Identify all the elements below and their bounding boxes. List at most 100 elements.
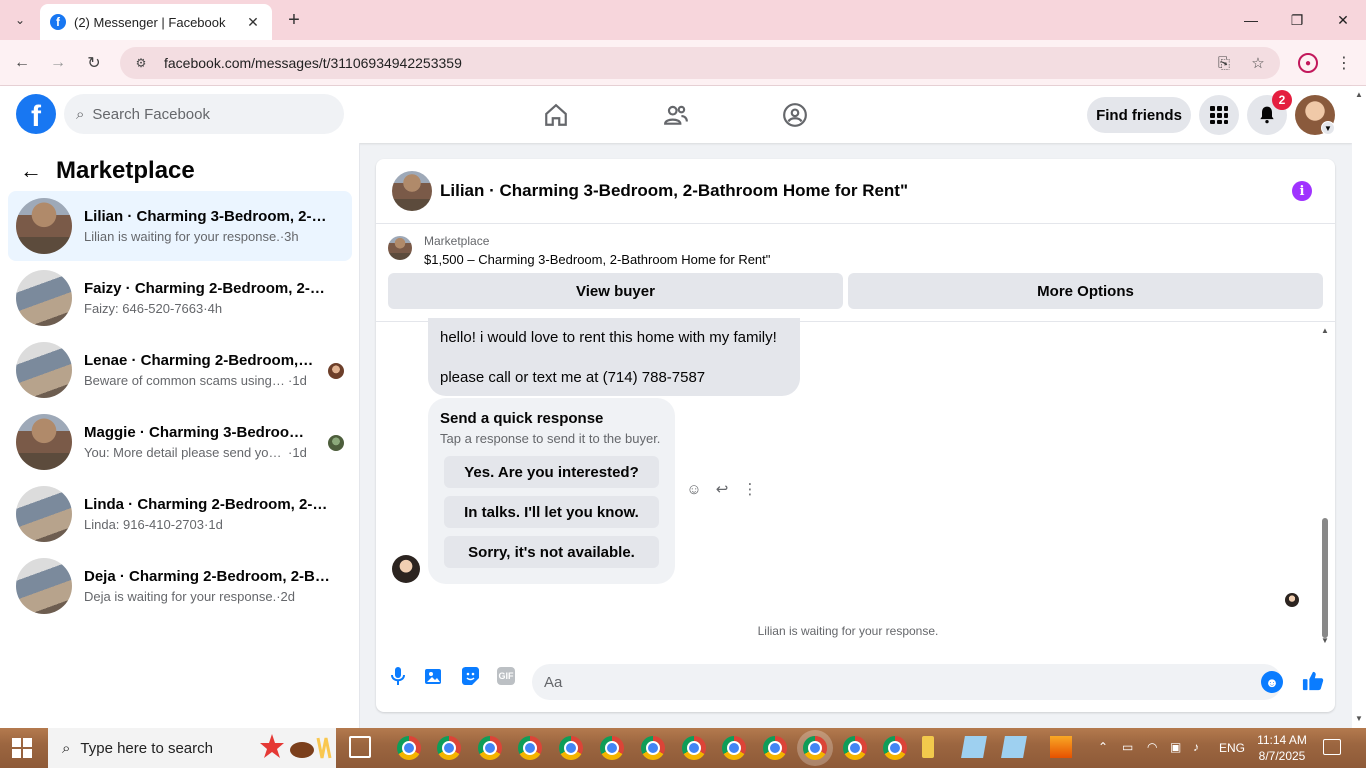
menu-grid-icon[interactable] — [1199, 95, 1239, 135]
conversation-time: 1d — [292, 373, 307, 388]
react-emoji-icon[interactable]: ☺ — [684, 479, 704, 499]
address-bar-row: ← → ↻ ⚙ facebook.com/messages/t/31106934… — [0, 40, 1366, 86]
site-settings-icon[interactable]: ⚙ — [132, 54, 150, 72]
search-input[interactable]: ⌕ Search Facebook — [64, 94, 344, 134]
sidebar-header: ← Marketplace — [20, 157, 195, 185]
chrome-taskbar-icon[interactable] — [641, 736, 665, 760]
quick-response-button[interactable]: Yes. Are you interested? — [444, 456, 659, 488]
chat-header: Lilian · Charming 3-Bedroom, 2-Bathroom … — [376, 159, 1335, 224]
chrome-taskbar-icon[interactable] — [559, 736, 583, 760]
language-indicator[interactable]: ENG — [1219, 741, 1245, 755]
listing-title[interactable]: $1,500 – Charming 3-Bedroom, 2-Bathroom … — [424, 252, 770, 267]
notepad-icon[interactable] — [1001, 736, 1027, 758]
conversation-name: Lenae · Charming 2-Bedroom, 2-Bathroom H… — [84, 352, 316, 369]
page-scroll-up-icon[interactable]: ▲ — [1354, 90, 1364, 100]
emoji-icon[interactable]: ☻ — [1261, 671, 1283, 693]
conversation-item[interactable]: Lenae · Charming 2-Bedroom, 2-Bathroom H… — [8, 335, 352, 405]
app-taskbar-icon[interactable] — [1050, 736, 1072, 758]
scroll-up-icon[interactable]: ▲ — [1320, 326, 1330, 336]
scroll-down-icon[interactable]: ▼ — [1320, 636, 1330, 646]
bookmark-star-icon[interactable]: ☆ — [1248, 53, 1268, 73]
sticker-icon[interactable] — [459, 665, 481, 687]
omnibox[interactable]: ⚙ facebook.com/messages/t/31106934942253… — [120, 47, 1280, 79]
conversation-item[interactable]: Maggie · Charming 3-Bedroom, 2-Bathroom … — [8, 407, 352, 477]
groups-icon[interactable] — [780, 100, 810, 130]
quick-response-card: Send a quick response Tap a response to … — [428, 398, 675, 584]
thumbs-up-icon[interactable] — [1300, 668, 1326, 694]
incoming-message-bubble[interactable]: hello! i would love to rent this home wi… — [428, 318, 800, 396]
chrome-taskbar-icon-active[interactable] — [803, 736, 827, 760]
gif-icon[interactable]: GIF — [497, 667, 515, 685]
chrome-taskbar-icon[interactable] — [397, 736, 421, 760]
network-icon[interactable]: ▣ — [1170, 740, 1181, 754]
conversation-item[interactable]: Lilian · Charming 3-Bedroom, 2-Bathroom … — [8, 191, 352, 261]
windows-start-icon[interactable] — [12, 738, 32, 758]
wifi-icon[interactable]: ◠ — [1147, 740, 1157, 754]
chrome-taskbar-icon[interactable] — [722, 736, 746, 760]
notepad-icon[interactable] — [961, 736, 987, 758]
conversation-name: Maggie · Charming 3-Bedroom, 2-Bathroom … — [84, 424, 316, 441]
message-list: hello! i would love to rent this home wi… — [376, 318, 1335, 646]
chrome-taskbar-icon[interactable] — [843, 736, 867, 760]
file-explorer-icon[interactable] — [922, 736, 934, 758]
conversation-time: 1d — [292, 445, 307, 460]
chrome-taskbar-icon[interactable] — [478, 736, 502, 760]
sender-avatar[interactable] — [392, 555, 420, 583]
facebook-logo-icon[interactable]: f — [16, 94, 56, 134]
back-button[interactable]: ← — [10, 51, 34, 75]
chrome-taskbar-icon[interactable] — [518, 736, 542, 760]
chrome-taskbar-icon[interactable] — [682, 736, 706, 760]
notification-center-icon[interactable] — [1323, 739, 1341, 755]
minimize-button[interactable]: — — [1236, 8, 1266, 32]
task-view-icon[interactable] — [349, 736, 371, 758]
conversation-item[interactable]: Faizy · Charming 2-Bedroom, 2-Bathroom H… — [8, 263, 352, 333]
back-arrow-icon[interactable]: ← — [20, 158, 42, 184]
home-icon[interactable] — [541, 100, 571, 130]
scrollbar-thumb[interactable] — [1322, 518, 1328, 638]
browser-tab[interactable]: f (2) Messenger | Facebook ✕ — [40, 4, 272, 40]
chevron-down-icon[interactable]: ▼ — [1321, 121, 1335, 135]
page-scroll-down-icon[interactable]: ▼ — [1354, 714, 1364, 724]
chat-title[interactable]: Lilian · Charming 3-Bedroom, 2-Bathroom … — [440, 181, 908, 201]
system-clock[interactable]: 11:14 AM 8/7/2025 — [1254, 732, 1310, 764]
friends-icon[interactable] — [661, 100, 691, 130]
url-text: facebook.com/messages/t/3110693494225335… — [164, 55, 462, 71]
chat-listing-thumbnail[interactable] — [392, 171, 432, 211]
conversation-item[interactable]: Linda · Charming 2-Bedroom, 2-Bathroom H… — [8, 479, 352, 549]
message-input[interactable]: Aa — [532, 664, 1282, 700]
page-scrollbar[interactable]: ▲ ▼ — [1352, 86, 1366, 728]
reload-button[interactable]: ↻ — [82, 51, 106, 75]
install-app-icon[interactable]: ⎘ — [1214, 53, 1234, 73]
info-icon[interactable]: i — [1292, 181, 1312, 201]
close-window-button[interactable]: ✕ — [1328, 8, 1358, 32]
listing-source: Marketplace — [424, 234, 490, 248]
volume-icon[interactable]: ♪ — [1193, 740, 1199, 754]
more-vertical-icon[interactable]: ⋮ — [740, 479, 760, 499]
chrome-taskbar-icon[interactable] — [883, 736, 907, 760]
microphone-icon[interactable] — [387, 665, 409, 687]
battery-icon[interactable]: ▭ — [1122, 740, 1133, 754]
conversation-item[interactable]: Deja · Charming 2-Bedroom, 2-Bathroom Ho… — [8, 551, 352, 621]
quick-response-button[interactable]: Sorry, it's not available. — [444, 536, 659, 568]
restore-button[interactable]: ❐ — [1282, 8, 1312, 32]
new-tab-button[interactable]: + — [282, 8, 306, 32]
tab-search-button[interactable]: ⌄ — [8, 8, 32, 32]
chrome-taskbar-icon[interactable] — [437, 736, 461, 760]
photo-attach-icon[interactable] — [423, 665, 445, 687]
forward-button[interactable]: → — [46, 51, 70, 75]
search-icon: ⌕ — [76, 105, 85, 123]
clock-date: 8/7/2025 — [1258, 749, 1306, 763]
view-buyer-button[interactable]: View buyer — [388, 273, 843, 309]
reply-icon[interactable]: ↩ — [712, 479, 732, 499]
chat-scrollbar[interactable]: ▲ ▼ — [1319, 326, 1331, 646]
more-options-button[interactable]: More Options — [848, 273, 1323, 309]
chrome-taskbar-icon[interactable] — [600, 736, 624, 760]
tray-chevron-up-icon[interactable]: ⌃ — [1098, 740, 1108, 754]
tab-close-icon[interactable]: ✕ — [244, 14, 262, 31]
browser-menu-icon[interactable]: ⋮ — [1336, 51, 1352, 75]
find-friends-button[interactable]: Find friends — [1087, 97, 1191, 133]
browser-profile-icon[interactable]: ● — [1298, 53, 1318, 73]
chrome-taskbar-icon[interactable] — [763, 736, 787, 760]
conversation-preview: You: More detail please send your number — [84, 445, 288, 460]
quick-response-button[interactable]: In talks. I'll let you know. — [444, 496, 659, 528]
